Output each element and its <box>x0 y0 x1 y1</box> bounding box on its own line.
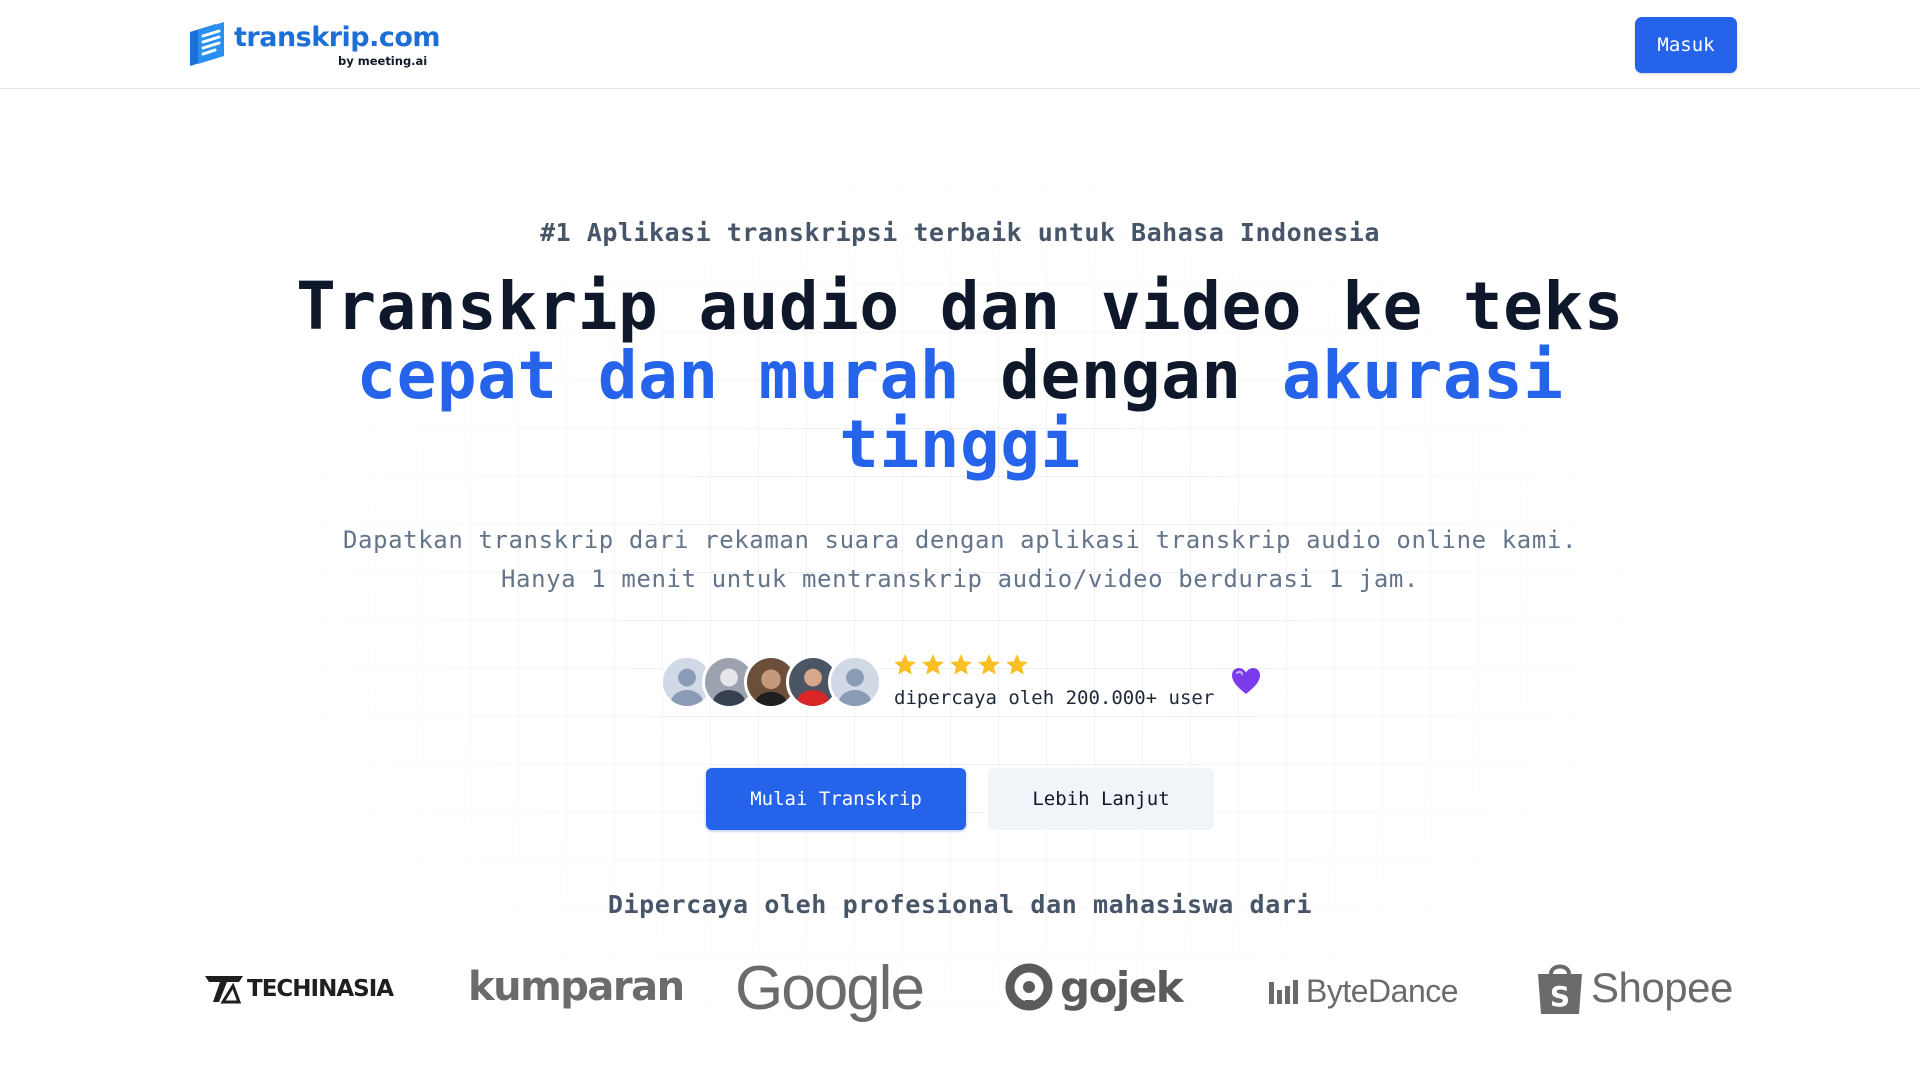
google-logo: Google <box>735 953 925 1024</box>
hero-headline: Transkrip audio dan video ke teks cepat … <box>260 272 1660 479</box>
star-icon <box>922 654 944 675</box>
top-navbar: transkrip.com by meeting.ai Masuk <box>0 0 1920 89</box>
bytedance-mark-icon <box>1269 979 1298 1004</box>
shopee-logo: S Shopee <box>1535 958 1733 1018</box>
brand-name: Google <box>735 954 925 1023</box>
transkrip-logo-icon <box>190 22 224 66</box>
hero-description: Dapatkan transkrip dari rekaman suara de… <box>342 526 1578 593</box>
trust-count-text: dipercaya oleh 200.000+ user <box>894 687 1215 709</box>
techinasia-logo: TECHINASIA <box>203 972 394 1006</box>
shopee-bag-icon: S <box>1538 964 1582 1014</box>
star-icon <box>1006 654 1028 675</box>
headline-accent-accuracy: akurasi <box>1281 337 1564 414</box>
kumparan-logo: kumparan <box>468 964 685 1010</box>
logo-subtitle: by meeting.ai <box>338 54 428 68</box>
star-icon <box>950 654 972 675</box>
social-proof: dipercaya oleh 200.000+ user <box>660 652 1280 712</box>
learn-more-button[interactable]: Lebih Lanjut <box>988 768 1214 830</box>
star-rating <box>892 652 1030 678</box>
star-icon <box>894 654 916 675</box>
brand-name: gojek <box>1060 962 1184 1012</box>
headline-connector: dengan <box>1000 337 1242 414</box>
brand-name: ByteDance <box>1306 973 1459 1009</box>
start-transcribe-button[interactable]: Mulai Transkrip <box>706 768 966 830</box>
hero-tagline: #1 Aplikasi transkripsi terbaik untuk Ba… <box>540 218 1380 247</box>
login-button[interactable]: Masuk <box>1635 17 1737 73</box>
star-icon <box>978 654 1000 675</box>
brand-name: kumparan <box>468 964 685 1010</box>
headline-line-1: Transkrip audio dan video ke teks <box>296 268 1624 345</box>
techinasia-mark-icon <box>205 976 243 1004</box>
gojek-logo: gojek <box>1004 962 1184 1012</box>
user-avatar <box>828 655 882 709</box>
headline-line-2: cepat dan murah dengan akurasi <box>260 341 1660 410</box>
trusted-by-heading: Dipercaya oleh profesional dan mahasiswa… <box>607 890 1313 919</box>
brand-name: TECHINASIA <box>247 976 394 1002</box>
headline-line-3: tinggi <box>839 406 1081 483</box>
headline-accent-fast-cheap: cepat dan murah <box>356 337 960 414</box>
site-logo[interactable]: transkrip.com by meeting.ai <box>186 20 441 70</box>
gojek-mark-icon <box>1005 963 1053 1011</box>
svg-text:S: S <box>1550 980 1570 1013</box>
logo-word: transkrip.com <box>234 22 441 53</box>
purple-heart-icon <box>1232 668 1260 694</box>
brand-name: Shopee <box>1591 964 1733 1011</box>
bytedance-logo: ByteDance <box>1268 973 1459 1010</box>
